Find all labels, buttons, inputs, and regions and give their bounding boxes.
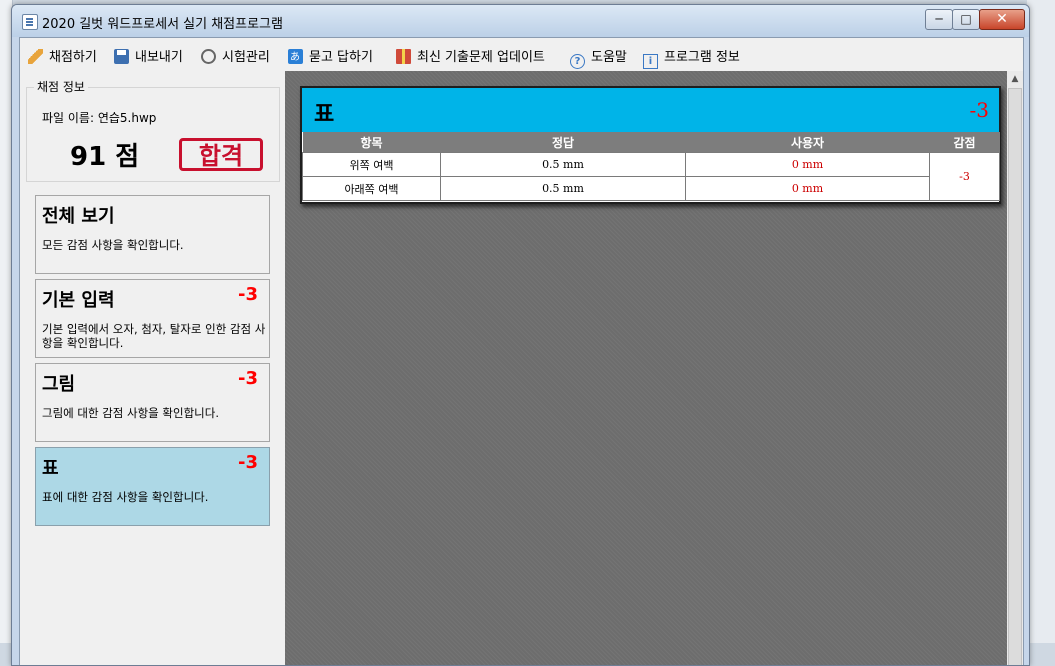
close-button[interactable]: ✕: [979, 9, 1025, 30]
scroll-thumb[interactable]: [1008, 88, 1022, 665]
scoring-info-group: 채점 정보 파일 이름: 연습5.hwp 91 점 합격: [26, 78, 280, 182]
category-card-image[interactable]: 그림 -3 그림에 대한 감점 사항을 확인합니다.: [35, 363, 270, 442]
column-header: 정답: [440, 132, 686, 153]
card-description: 표에 대한 감점 사항을 확인합니다.: [42, 490, 209, 504]
card-title: 표: [42, 458, 59, 479]
qna-button[interactable]: 묻고 답하기: [288, 46, 373, 65]
detail-deduction: -3: [969, 98, 989, 122]
exam-manage-label: 시험관리: [222, 50, 270, 65]
app-icon: [22, 14, 38, 30]
background-window-edge: [1027, 0, 1055, 643]
category-card-all[interactable]: 전체 보기 모든 감점 사항을 확인합니다.: [35, 195, 270, 274]
app-window: 2020 길벗 워드프로세서 실기 채점프로그램 ─ □ ✕ 채점하기 내보내기…: [11, 4, 1030, 666]
answer-cell: 0.5 mm: [440, 152, 686, 177]
card-deduction: -3: [238, 368, 258, 389]
user-cell: 0 mm: [685, 176, 930, 201]
pass-stamp: 합격: [179, 138, 263, 171]
card-deduction: -3: [238, 284, 258, 305]
qna-label: 묻고 답하기: [309, 50, 373, 65]
column-header: 사용자: [685, 132, 930, 153]
table-row: 위쪽 여백 0.5 mm 0 mm -3: [302, 152, 1000, 201]
item-cell: 아래쪽 여백: [302, 176, 441, 201]
answer-cell: 0.5 mm: [440, 176, 686, 201]
file-name-label: 파일 이름: 연습5.hwp: [42, 111, 157, 125]
maximize-icon: □: [960, 12, 972, 26]
help-button[interactable]: ? 도움말: [570, 46, 627, 69]
title-bar[interactable]: 2020 길벗 워드프로세서 실기 채점프로그램 ─ □ ✕: [12, 5, 1029, 37]
column-header: 항목: [302, 132, 441, 153]
pencil-icon: [28, 49, 43, 64]
deduction-table: 항목 정답 사용자 감점 위쪽 여백 0.5 mm 0 mm -3 아래쪽 여백…: [302, 132, 1000, 201]
exam-manage-button[interactable]: 시험관리: [201, 46, 270, 65]
client-area: 채점하기 내보내기 시험관리 묻고 답하기 최신 기출문제 업데이트 ?도움말 …: [19, 37, 1024, 665]
export-label: 내보내기: [135, 50, 183, 65]
detail-title: 표: [314, 101, 335, 127]
card-title: 그림: [42, 374, 76, 395]
table-row: 아래쪽 여백 0.5 mm 0 mm: [302, 176, 1000, 201]
category-card-table[interactable]: 표 -3 표에 대한 감점 사항을 확인합니다.: [35, 447, 270, 526]
help-label: 도움말: [591, 50, 627, 65]
scoring-info-legend: 채점 정보: [34, 78, 88, 95]
card-title: 기본 입력: [42, 290, 115, 311]
update-label: 최신 기출문제 업데이트: [417, 50, 545, 65]
gift-icon: [396, 49, 411, 64]
help-icon: ?: [570, 54, 585, 69]
update-button[interactable]: 최신 기출문제 업데이트: [396, 46, 545, 65]
deduction-detail-card: 표 -3 항목 정답 사용자 감점 위쪽 여백 0.5 mm 0 mm -3 아…: [300, 86, 1001, 204]
score-value: 91 점: [70, 142, 140, 172]
card-description: 기본 입력에서 오자, 첨자, 탈자로 인한 감점 사항을 확인합니다.: [42, 322, 266, 350]
item-cell: 위쪽 여백: [302, 152, 441, 177]
left-panel: 채점 정보 파일 이름: 연습5.hwp 91 점 합격 전체 보기 모든 감점…: [20, 71, 284, 665]
grade-label: 채점하기: [49, 50, 97, 65]
scroll-up-icon[interactable]: ▲: [1007, 71, 1023, 87]
close-icon: ✕: [996, 11, 1008, 27]
minimize-button[interactable]: ─: [925, 9, 953, 30]
window-title: 2020 길벗 워드프로세서 실기 채점프로그램: [42, 17, 283, 32]
program-info-button[interactable]: i 프로그램 정보: [643, 46, 740, 69]
deduction-cell: -3: [929, 152, 1000, 201]
maximize-button[interactable]: □: [952, 9, 980, 30]
toolbar: 채점하기 내보내기 시험관리 묻고 답하기 최신 기출문제 업데이트 ?도움말 …: [20, 38, 1023, 71]
info-icon: i: [643, 54, 658, 69]
user-cell: 0 mm: [685, 152, 930, 177]
card-title: 전체 보기: [42, 206, 115, 227]
minimize-icon: ─: [935, 12, 943, 26]
column-header: 감점: [929, 132, 1000, 153]
card-deduction: -3: [238, 452, 258, 473]
export-button[interactable]: 내보내기: [114, 46, 183, 65]
detail-view[interactable]: 표 -3 항목 정답 사용자 감점 위쪽 여백 0.5 mm 0 mm -3 아…: [285, 71, 1007, 665]
timer-icon: [201, 49, 216, 64]
card-description: 모든 감점 사항을 확인합니다.: [42, 238, 184, 252]
program-info-label: 프로그램 정보: [664, 50, 740, 65]
vertical-scrollbar[interactable]: ▲: [1007, 71, 1023, 665]
category-card-basic-input[interactable]: 기본 입력 -3 기본 입력에서 오자, 첨자, 탈자로 인한 감점 사항을 확…: [35, 279, 270, 358]
card-description: 그림에 대한 감점 사항을 확인합니다.: [42, 406, 219, 420]
save-icon: [114, 49, 129, 64]
grade-button[interactable]: 채점하기: [28, 46, 97, 65]
detail-header: 표 -3: [302, 88, 999, 132]
translate-icon: [288, 48, 303, 64]
table-header-row: 항목 정답 사용자 감점: [302, 132, 1000, 153]
